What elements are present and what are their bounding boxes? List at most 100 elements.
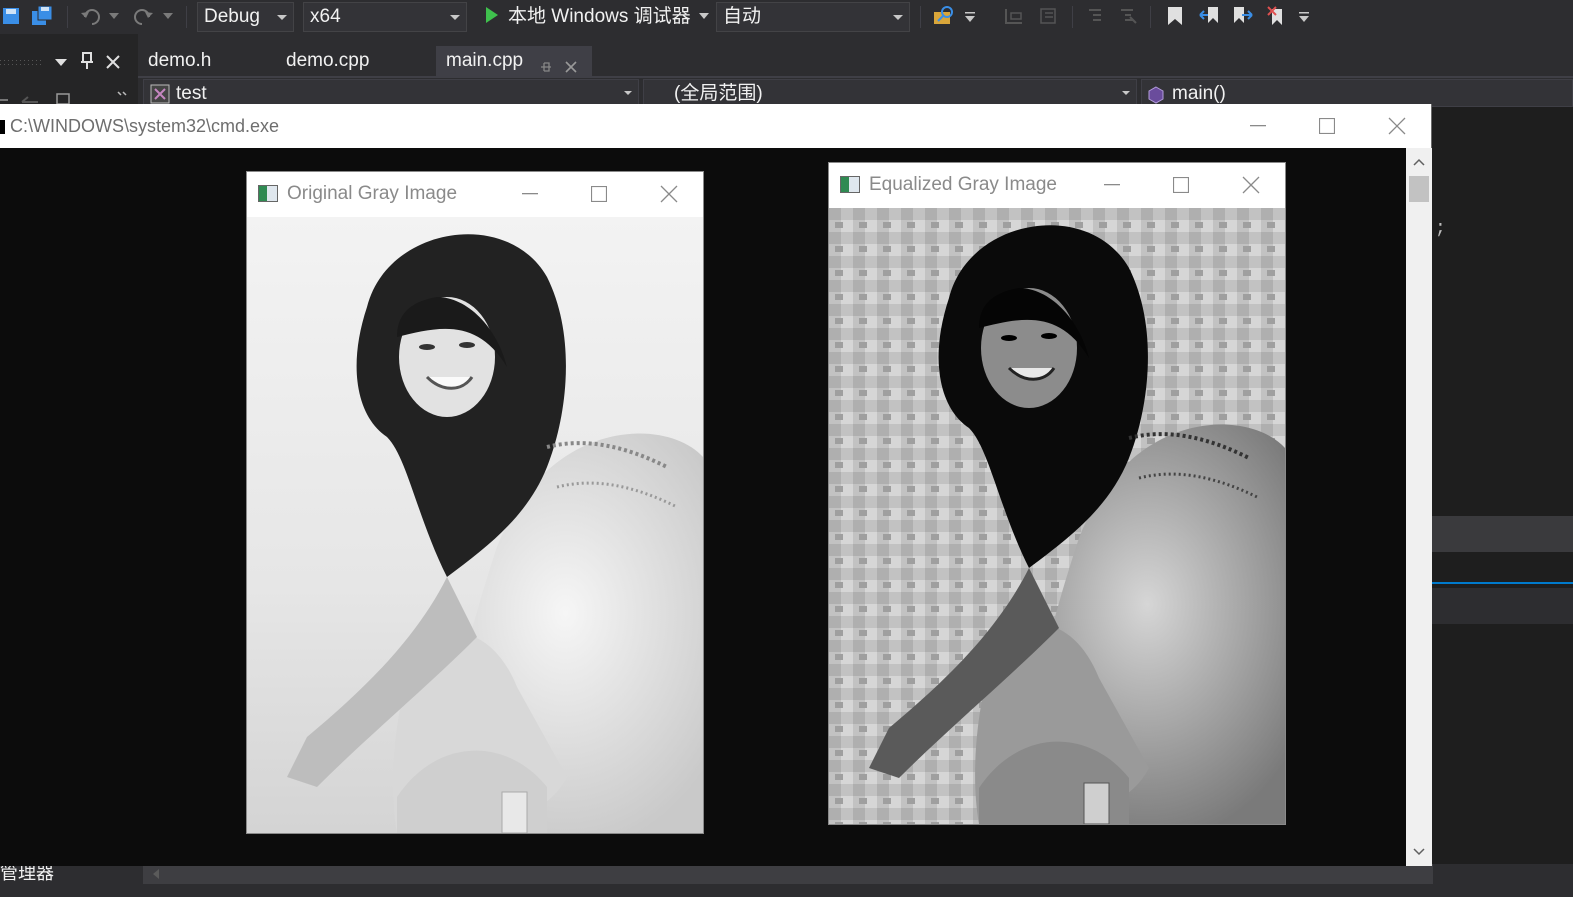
solution-explorer-tab[interactable]: 管理器 xyxy=(0,864,54,897)
platform-select[interactable]: x64 xyxy=(303,2,467,32)
member-select[interactable]: main() xyxy=(1141,79,1573,107)
maximize-icon xyxy=(591,186,607,202)
panel-menu-icon[interactable] xyxy=(54,54,70,70)
tab-demo-h[interactable]: demo.h xyxy=(138,46,268,76)
toolbar-separator xyxy=(1150,6,1151,28)
bottom-tab-strip: 管理器 xyxy=(0,864,1573,897)
project-select-value: test xyxy=(176,83,207,104)
console-scrollbar[interactable] xyxy=(1406,148,1432,866)
toolbar-separator xyxy=(186,6,187,28)
panel-header xyxy=(1432,516,1573,552)
console-app-icon xyxy=(0,120,5,134)
vs-toolbar: Debug x64 本地 Windows 调试器 自动 xyxy=(0,0,1573,34)
find-icon[interactable] xyxy=(932,4,956,28)
maximize-icon xyxy=(1319,118,1335,134)
toolbar-separator xyxy=(1072,6,1073,28)
find-dropdown-icon[interactable] xyxy=(962,4,978,28)
close-button[interactable] xyxy=(1228,163,1274,207)
close-icon xyxy=(1388,117,1406,135)
run-debugger-label: 本地 Windows 调试器 xyxy=(508,6,691,27)
console-title: C:\WINDOWS\system32\cmd.exe xyxy=(10,116,280,136)
minimize-icon xyxy=(1250,125,1266,127)
outdent-icon[interactable] xyxy=(1036,4,1060,28)
image-app-icon xyxy=(840,176,860,193)
console-titlebar[interactable]: C:\WINDOWS\system32\cmd.exe xyxy=(0,104,1431,148)
indent-icon[interactable] xyxy=(1002,4,1026,28)
maximize-button[interactable] xyxy=(1304,104,1350,148)
equalized-image-window[interactable]: Equalized Gray Image xyxy=(828,162,1286,825)
config-select-value: Debug xyxy=(204,6,260,27)
panel-row xyxy=(1432,588,1573,624)
next-bookmark-icon[interactable] xyxy=(1231,4,1255,28)
project-select[interactable]: test xyxy=(143,79,639,107)
tab-underline xyxy=(138,76,1573,78)
scope-select-value: (全局范围) xyxy=(674,83,763,104)
undo-dropdown-icon[interactable] xyxy=(106,4,122,28)
maximize-button[interactable] xyxy=(1158,163,1204,207)
chevron-down-icon xyxy=(450,15,460,20)
undo-icon[interactable] xyxy=(78,4,102,28)
close-icon xyxy=(660,185,678,203)
original-gray-image xyxy=(247,217,703,833)
accent-line xyxy=(1432,582,1573,584)
redo-icon[interactable] xyxy=(132,4,156,28)
image-app-icon xyxy=(258,185,278,202)
tab-demo-cpp[interactable]: demo.cpp xyxy=(276,46,436,76)
minimize-icon xyxy=(1104,184,1120,186)
member-select-value: main() xyxy=(1172,83,1226,104)
config-select[interactable]: Debug xyxy=(197,2,294,32)
chevron-down-icon xyxy=(277,15,287,20)
platform-select-value: x64 xyxy=(310,6,341,27)
minimize-button[interactable] xyxy=(1089,163,1135,207)
comment-icon[interactable] xyxy=(1083,4,1107,28)
equalized-image-title: Equalized Gray Image xyxy=(869,174,1057,195)
run-debugger-button[interactable]: 本地 Windows 调试器 xyxy=(480,2,691,32)
save-all-icon[interactable] xyxy=(30,4,54,28)
toolbar-separator xyxy=(67,6,68,28)
maximize-icon xyxy=(1173,177,1189,193)
maximize-button[interactable] xyxy=(576,172,622,216)
scope-select[interactable]: (全局范围) xyxy=(643,79,1137,107)
close-icon[interactable] xyxy=(105,54,123,72)
close-button[interactable] xyxy=(1374,104,1420,148)
minimize-button[interactable] xyxy=(1235,104,1281,148)
target-select-value: 自动 xyxy=(723,6,762,27)
run-dropdown-icon[interactable] xyxy=(696,4,712,28)
play-icon xyxy=(486,7,498,24)
tab-label: main.cpp xyxy=(446,50,524,71)
equalized-image-titlebar[interactable]: Equalized Gray Image xyxy=(829,163,1285,207)
original-image-titlebar[interactable]: Original Gray Image xyxy=(247,172,703,216)
navigation-bar: test (全局范围) main() xyxy=(143,79,1573,107)
tab-label: demo.cpp xyxy=(286,50,370,71)
scrollbar-thumb[interactable] xyxy=(1409,176,1429,202)
console-window[interactable]: C:\WINDOWS\system32\cmd.exe Original Gra… xyxy=(0,104,1432,866)
scroll-left-icon[interactable] xyxy=(151,868,161,880)
editor-background: ; xyxy=(1432,107,1573,864)
toolbar-separator xyxy=(920,6,921,28)
toolbar-overflow-icon[interactable] xyxy=(1296,4,1312,28)
save-icon[interactable] xyxy=(0,4,24,28)
document-tabs: demo.h demo.cpp main.cpp xyxy=(138,46,1573,76)
redo-dropdown-icon[interactable] xyxy=(160,4,176,28)
scroll-down-icon[interactable] xyxy=(1413,848,1425,856)
uncomment-icon[interactable] xyxy=(1115,4,1139,28)
bookmark-icon[interactable] xyxy=(1163,4,1187,28)
horizontal-scrollbar[interactable] xyxy=(143,864,1433,884)
equalized-gray-image xyxy=(829,208,1285,824)
minimize-button[interactable] xyxy=(507,172,553,216)
close-icon xyxy=(1242,176,1260,194)
previous-bookmark-icon[interactable] xyxy=(1197,4,1221,28)
chevron-down-icon xyxy=(893,15,903,20)
pin-icon[interactable] xyxy=(80,52,96,70)
scroll-up-icon[interactable] xyxy=(1413,158,1425,166)
code-fragment: ; xyxy=(1435,219,1446,239)
target-select[interactable]: 自动 xyxy=(716,2,910,32)
tab-label: demo.h xyxy=(148,50,212,71)
chevron-down-icon xyxy=(624,91,632,95)
close-button[interactable] xyxy=(646,172,692,216)
tab-main-cpp[interactable]: main.cpp xyxy=(436,46,592,76)
minimize-icon xyxy=(522,193,538,195)
original-image-window[interactable]: Original Gray Image xyxy=(246,171,704,834)
clear-bookmarks-icon[interactable] xyxy=(1265,4,1289,28)
original-image-title: Original Gray Image xyxy=(287,183,458,204)
